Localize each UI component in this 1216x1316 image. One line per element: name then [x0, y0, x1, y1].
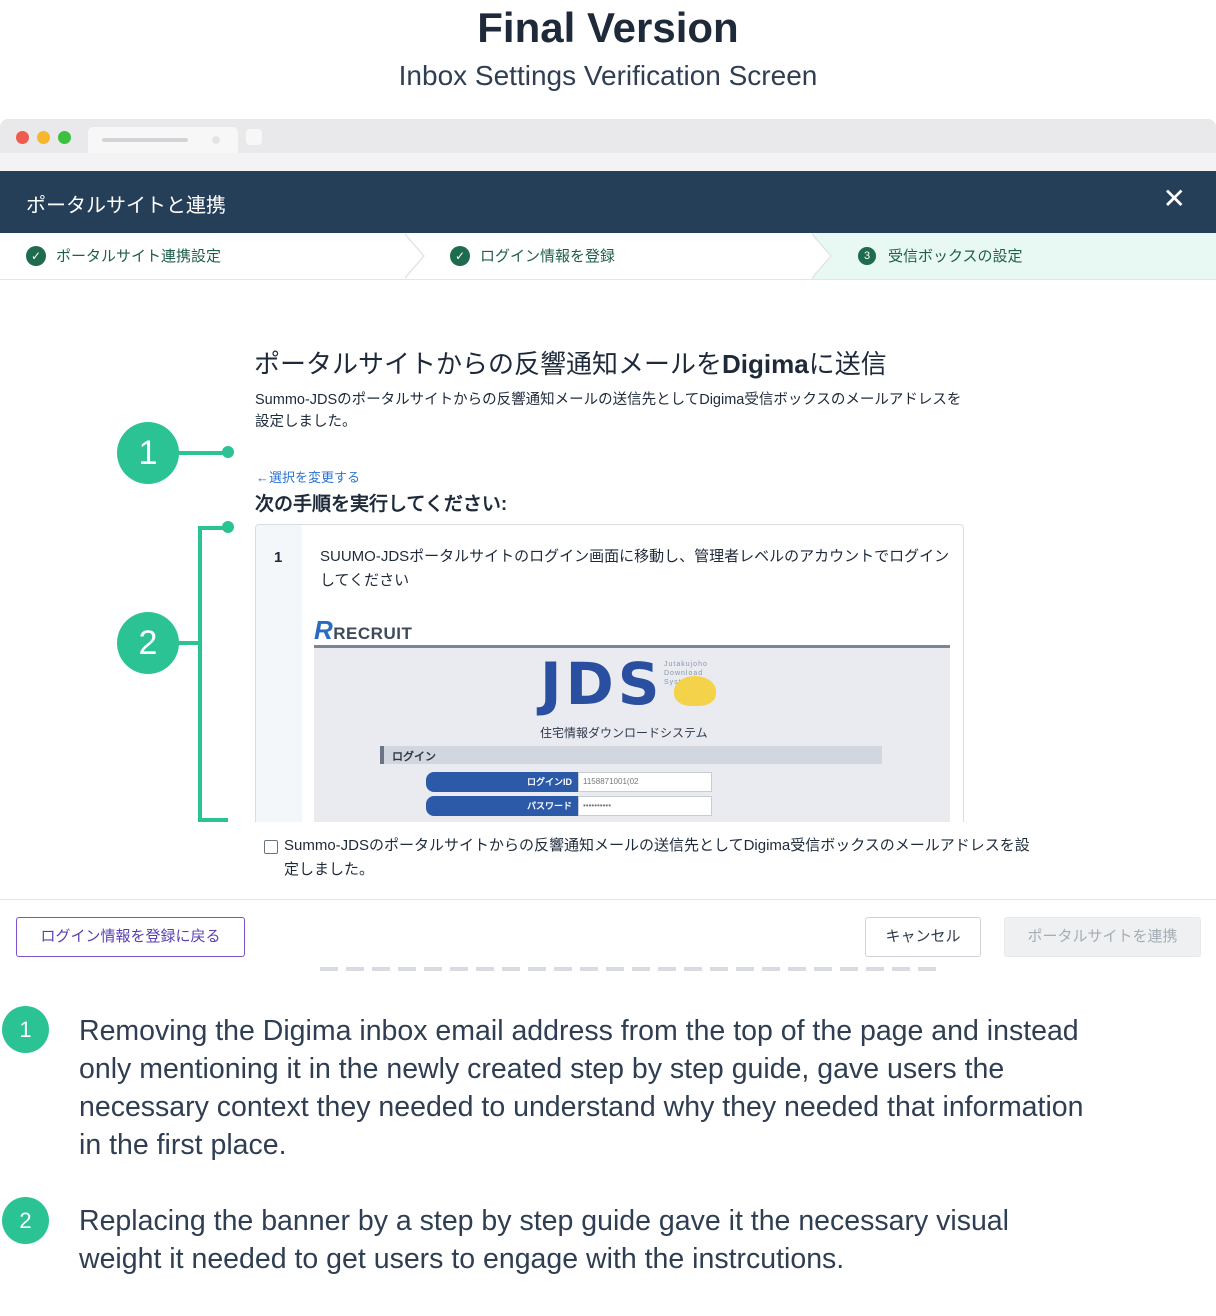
heading-brand: Digima: [722, 349, 809, 379]
step-separator-inner: [403, 233, 423, 279]
note-text-1: Removing the Digima inbox email address …: [79, 1015, 1084, 1161]
login-screenshot: RRECRUIT JDS Jutakujoho Download System …: [314, 615, 950, 822]
next-steps-heading: 次の手順を実行してください:: [255, 494, 508, 515]
content-heading: ポータルサイトからの反響通知メールをDigimaに送信: [254, 344, 887, 381]
modal-title: ポータルサイトと連携: [26, 195, 226, 217]
recruit-logo: RRECRUIT: [314, 615, 412, 646]
annotation-marker-2: 2: [117, 612, 179, 674]
heading-text: ポータルサイトからの反響通知メールを: [254, 349, 723, 379]
screenshot-panel: JDS Jutakujoho Download System 住宅情報ダウンロー…: [314, 648, 950, 822]
annotation-bracket-2: [198, 526, 202, 822]
change-selection-link[interactable]: ←選択を変更する: [256, 467, 360, 486]
close-icon[interactable]: ✕: [1163, 185, 1186, 213]
step-label: 受信ボックスの設定: [888, 248, 1023, 265]
annotation-dot-2: [222, 521, 234, 533]
annotation-dot-1: [222, 446, 234, 458]
guide-step-number: 1: [274, 549, 283, 566]
annotation-connector-1: [178, 451, 228, 455]
annotation-marker-1: 1: [117, 422, 179, 484]
footer-fade-text: [320, 967, 940, 971]
note-text-2: Replacing the banner by a step by step g…: [79, 1205, 1009, 1275]
heading-text-end: に送信: [808, 349, 887, 379]
recruit-logo-text: RECRUIT: [333, 624, 413, 643]
back-to-login-button[interactable]: ログイン情報を登録に戻る: [16, 917, 245, 957]
annotation-connector-2: [178, 641, 200, 645]
window-zoom-dot[interactable]: [58, 131, 71, 144]
login-id-field: 1158871001(02: [578, 772, 712, 792]
login-section-label: ログイン: [392, 751, 436, 763]
tab-title-placeholder: [102, 138, 188, 142]
browser-chrome: [0, 119, 1216, 171]
browser-toolbar: [0, 153, 1216, 171]
browser-tab[interactable]: [88, 127, 238, 153]
jds-logo: JDS: [540, 650, 664, 718]
step-guide: 1 SUUMO-JDSポータルサイトのログイン画面に移動し、管理者レベルのアカウ…: [255, 524, 964, 822]
annotation-bracket-bottom: [198, 818, 228, 822]
guide-gutter: [256, 525, 302, 822]
login-id-row: ログインID 1158871001(02: [426, 772, 712, 792]
content-description: Summo-JDSのポータルサイトからの反響通知メールの送信先としてDigima…: [255, 392, 962, 430]
check-circle-icon: ✓: [26, 245, 46, 266]
tab-close-icon[interactable]: [212, 136, 220, 144]
modal-footer: ログイン情報を登録に戻る キャンセル ポータルサイトを連携: [0, 899, 1216, 969]
password-label: パスワード: [426, 796, 578, 816]
password-field: ••••••••••: [578, 796, 712, 816]
login-section-bar: ログイン: [380, 746, 882, 764]
step-inbox-settings: 3 受信ボックスの設定: [858, 245, 1023, 266]
password-row: パスワード ••••••••••: [426, 796, 712, 816]
login-id-label: ログインID: [426, 772, 578, 792]
check-circle-icon: ✓: [450, 245, 470, 266]
step-separator-inner: [810, 233, 830, 279]
page-subtitle: Inbox Settings Verification Screen: [398, 60, 818, 91]
step-label: ログイン情報を登録: [480, 248, 616, 265]
recruit-logo-initial: R: [314, 615, 334, 645]
modal-header: ポータルサイトと連携 ✕: [0, 171, 1216, 233]
step-login-info: ✓ ログイン情報を登録: [450, 245, 615, 266]
elephant-mascot-icon: [674, 676, 716, 706]
confirm-checkbox[interactable]: [264, 840, 278, 854]
window-minimize-dot[interactable]: [37, 131, 50, 144]
confirm-label[interactable]: Summo-JDSのポータルサイトからの反響通知メールの送信先としてDigima…: [284, 834, 1032, 882]
note-number-1: 1: [2, 1006, 49, 1053]
page-title: Final Version: [477, 4, 739, 51]
connect-portal-button[interactable]: ポータルサイトを連携: [1004, 917, 1201, 957]
step-label: ポータルサイト連携設定: [56, 248, 222, 265]
note-number-2: 2: [2, 1197, 49, 1244]
new-tab-button[interactable]: [246, 129, 262, 145]
cancel-button[interactable]: キャンセル: [865, 917, 981, 957]
jds-subtitle: 住宅情報ダウンロードシステム: [540, 726, 708, 740]
step-number-badge: 3: [858, 246, 876, 265]
window-close-dot[interactable]: [16, 131, 29, 144]
stepper: ✓ ポータルサイト連携設定 ✓ ログイン情報を登録 3 受信ボックスの設定: [0, 233, 1216, 280]
guide-step-text: SUUMO-JDSポータルサイトのログイン画面に移動し、管理者レベルのアカウント…: [320, 548, 950, 589]
step-portal-settings: ✓ ポータルサイト連携設定: [26, 245, 221, 266]
